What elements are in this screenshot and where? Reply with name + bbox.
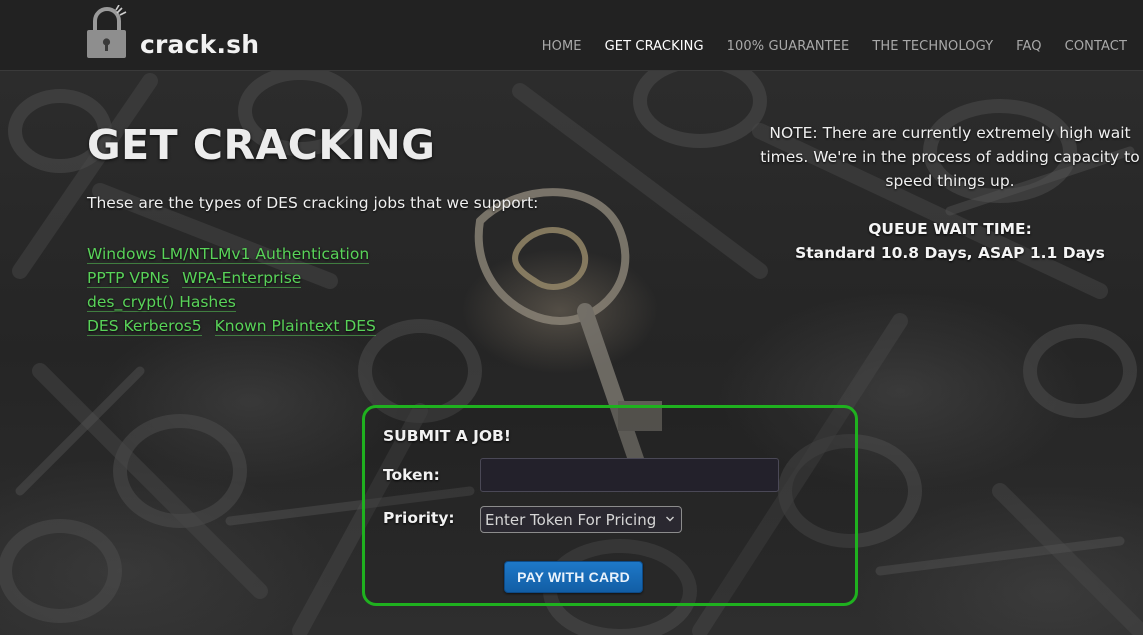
- submit-job-form: SUBMIT A JOB! Token: Priority: Enter Tok…: [362, 405, 858, 606]
- nav-get-cracking[interactable]: GET CRACKING: [605, 39, 704, 54]
- intro-text: These are the types of DES cracking jobs…: [87, 194, 539, 212]
- job-types-row: Windows LM/NTLMv1 Authentication: [87, 242, 389, 266]
- token-label: Token:: [383, 466, 440, 484]
- token-input[interactable]: [480, 458, 779, 492]
- priority-select[interactable]: Enter Token For Pricing: [480, 506, 682, 533]
- job-types-row: DES Kerberos5 Known Plaintext DES: [87, 314, 389, 338]
- main-nav: HOME GET CRACKING 100% GUARANTEE THE TECHNO…: [519, 39, 1127, 54]
- wait-time-notice: NOTE: There are currently extremely high…: [760, 124, 1140, 190]
- job-type-link[interactable]: PPTP VPNs: [87, 269, 170, 288]
- nav-the-technology[interactable]: THE TECHNOLOGY: [872, 39, 993, 54]
- job-type-link[interactable]: des_crypt() Hashes: [87, 293, 236, 312]
- nav-faq[interactable]: FAQ: [1016, 39, 1041, 54]
- pay-with-card-button[interactable]: PAY WITH CARD: [504, 561, 643, 593]
- priority-label: Priority:: [383, 509, 455, 527]
- job-type-link[interactable]: WPA-Enterprise: [182, 269, 302, 288]
- priority-selected-value: Enter Token For Pricing: [485, 510, 657, 529]
- page-title: GET CRACKING: [87, 121, 436, 169]
- nav-100-guarantee[interactable]: 100% GUARANTEE: [727, 39, 850, 54]
- job-types-row: des_crypt() Hashes: [87, 290, 389, 314]
- padlock-icon[interactable]: [86, 5, 128, 59]
- form-title: SUBMIT A JOB!: [383, 427, 511, 445]
- top-navbar: crack.sh HOME GET CRACKING 100% GUARANTEE T…: [0, 0, 1143, 71]
- job-type-link[interactable]: Windows LM/NTLMv1 Authentication: [87, 245, 370, 264]
- job-types-row: PPTP VPNs WPA-Enterprise: [87, 266, 389, 290]
- queue-title: QUEUE WAIT TIME:: [868, 220, 1032, 238]
- job-type-link[interactable]: Known Plaintext DES: [214, 317, 376, 336]
- nav-home[interactable]: HOME: [542, 39, 582, 54]
- chevron-down-icon: [666, 516, 674, 522]
- job-types-list: Windows LM/NTLMv1 Authentication PPTP VPN…: [87, 242, 389, 338]
- queue-wait-time: QUEUE WAIT TIME: Standard 10.8 Days, ASA…: [760, 217, 1140, 265]
- job-type-link[interactable]: DES Kerberos5: [87, 317, 202, 336]
- queue-times: Standard 10.8 Days, ASAP 1.1 Days: [795, 244, 1105, 262]
- site-name[interactable]: crack.sh: [140, 30, 259, 59]
- nav-contact[interactable]: CONTACT: [1065, 39, 1127, 54]
